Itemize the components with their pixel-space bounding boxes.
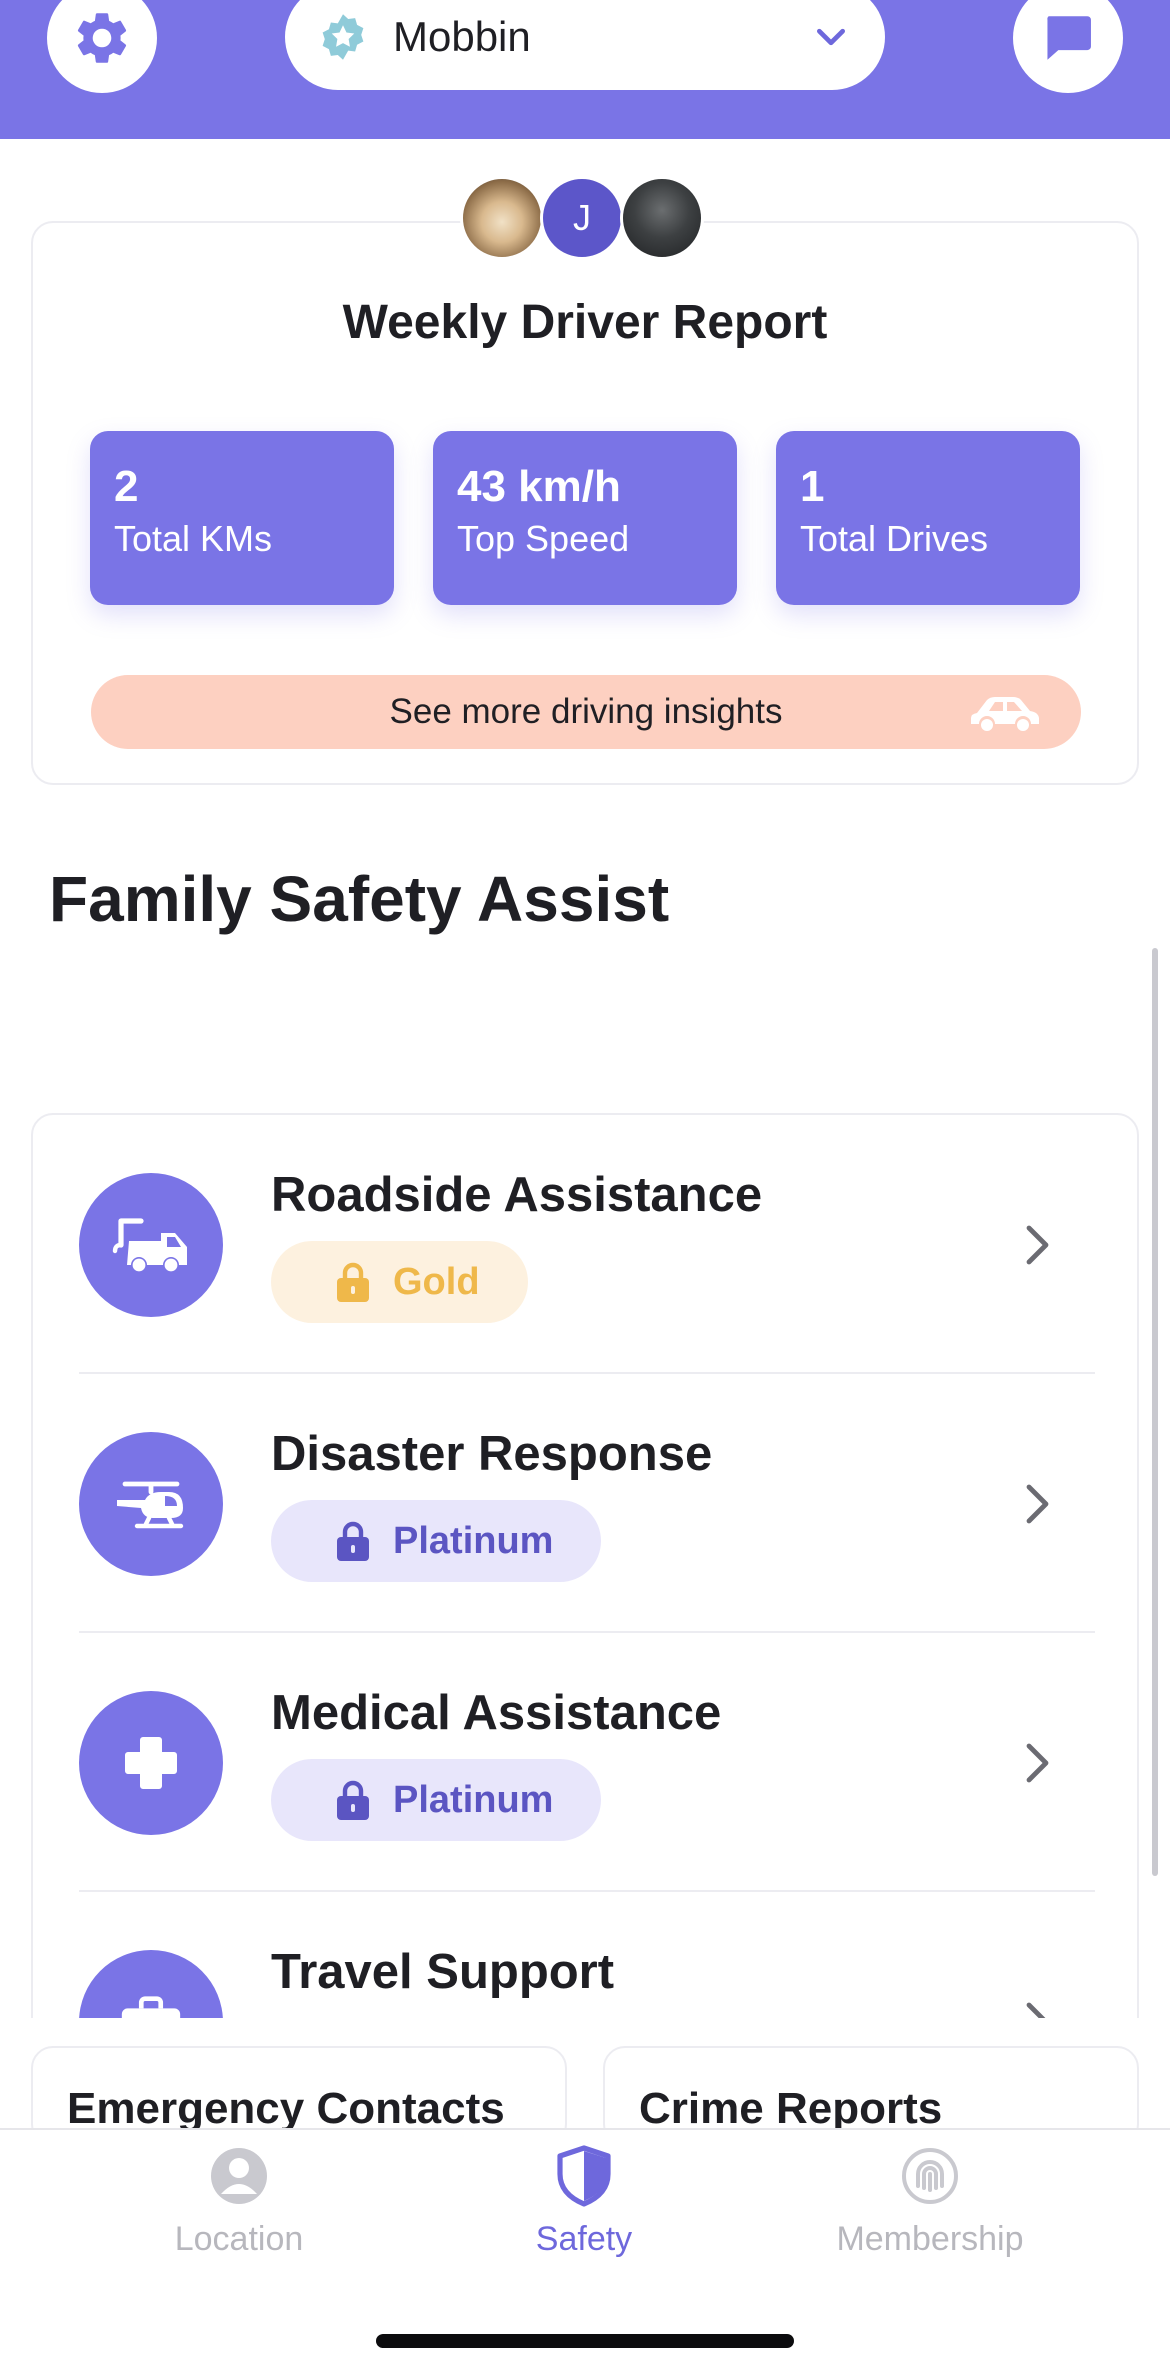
badge-label: Platinum — [393, 1778, 554, 1821]
membership-badge-platinum: Platinum — [271, 1759, 602, 1841]
home-indicator[interactable] — [376, 2334, 794, 2348]
weekly-report-card[interactable]: Weekly Driver Report 2 Total KMs 43 km/h… — [31, 221, 1139, 785]
circle-name: Mobbin — [393, 13, 531, 60]
stat-label: Total KMs — [114, 518, 273, 560]
briefcase-icon — [79, 1950, 223, 2018]
scrollbar[interactable] — [1152, 948, 1158, 1876]
avatar-initial: J — [573, 197, 591, 238]
membership-badge-gold: Gold — [271, 1241, 528, 1323]
features-card: Roadside Assistance Gold Disaster Respon… — [31, 1113, 1139, 2018]
stat-total-kms: 2 Total KMs — [90, 431, 394, 605]
chevron-right-icon — [1026, 1484, 1049, 1524]
feature-title: Medical Assistance — [271, 1686, 722, 1740]
stat-top-speed: 43 km/h Top Speed — [433, 431, 737, 605]
avatar[interactable] — [620, 176, 704, 260]
stat-value: 1 — [800, 462, 825, 511]
stat-label: Top Speed — [457, 518, 630, 560]
section-title: Family Safety Assist — [49, 863, 670, 935]
badge-label: Platinum — [393, 1519, 554, 1562]
star-badge-icon — [322, 14, 364, 60]
member-avatars[interactable]: J — [460, 176, 704, 260]
helicopter-icon — [79, 1432, 223, 1576]
chevron-right-icon — [1026, 1743, 1049, 1783]
medical-cross-icon — [79, 1691, 223, 1835]
avatar[interactable] — [460, 176, 544, 260]
tab-label: Location — [174, 2220, 304, 2258]
tab-label: Membership — [836, 2220, 1024, 2258]
tab-label: Safety — [535, 2220, 633, 2258]
report-title: Weekly Driver Report — [342, 296, 828, 349]
tow-truck-icon — [79, 1173, 223, 1317]
feature-disaster-response[interactable]: Disaster Response Platinum — [33, 1374, 1137, 1633]
tab-membership[interactable]: Membership — [780, 2144, 1080, 2259]
fingerprint-icon — [902, 2148, 958, 2204]
avatar[interactable]: J — [540, 176, 624, 260]
person-icon — [211, 2148, 267, 2204]
feature-medical-assistance[interactable]: Medical Assistance Platinum — [33, 1633, 1137, 1892]
stat-value: 2 — [114, 462, 139, 511]
messages-button[interactable] — [1013, 0, 1123, 93]
badge-label: Gold — [393, 1260, 480, 1303]
feature-travel-support[interactable]: Travel Support — [33, 1892, 1137, 2018]
feature-title: Disaster Response — [271, 1427, 713, 1481]
lock-icon — [337, 1780, 369, 1820]
tab-safety[interactable]: Safety — [434, 2144, 734, 2259]
top-header: Mobbin — [0, 0, 1170, 139]
shield-icon — [557, 2145, 611, 2207]
lock-icon — [337, 1521, 369, 1561]
settings-button[interactable] — [47, 0, 157, 93]
tab-location[interactable]: Location — [89, 2144, 389, 2259]
chevron-down-icon — [817, 28, 845, 46]
feature-title: Roadside Assistance — [271, 1168, 763, 1222]
card-title: Crime Reports — [639, 2084, 943, 2133]
driving-insights-button[interactable]: See more driving insights — [91, 675, 1081, 749]
feature-roadside-assistance[interactable]: Roadside Assistance Gold — [33, 1115, 1137, 1374]
card-title: Emergency Contacts — [67, 2084, 505, 2133]
lock-icon — [337, 1262, 369, 1302]
membership-badge-platinum: Platinum — [271, 1500, 602, 1582]
gear-icon — [77, 13, 127, 63]
car-icon — [971, 697, 1039, 731]
features-scroll-area: Roadside Assistance Gold Disaster Respon… — [0, 1110, 1170, 2018]
chevron-right-icon — [1026, 1225, 1049, 1265]
stat-total-drives: 1 Total Drives — [776, 431, 1080, 605]
stat-value: 43 km/h — [457, 462, 621, 511]
feature-title: Travel Support — [271, 1945, 615, 1999]
chevron-right-icon — [1026, 2002, 1046, 2018]
circle-selector[interactable]: Mobbin — [285, 0, 885, 90]
driving-insights-label: See more driving insights — [389, 692, 783, 731]
stat-label: Total Drives — [800, 518, 989, 560]
chat-icon — [1047, 16, 1091, 60]
